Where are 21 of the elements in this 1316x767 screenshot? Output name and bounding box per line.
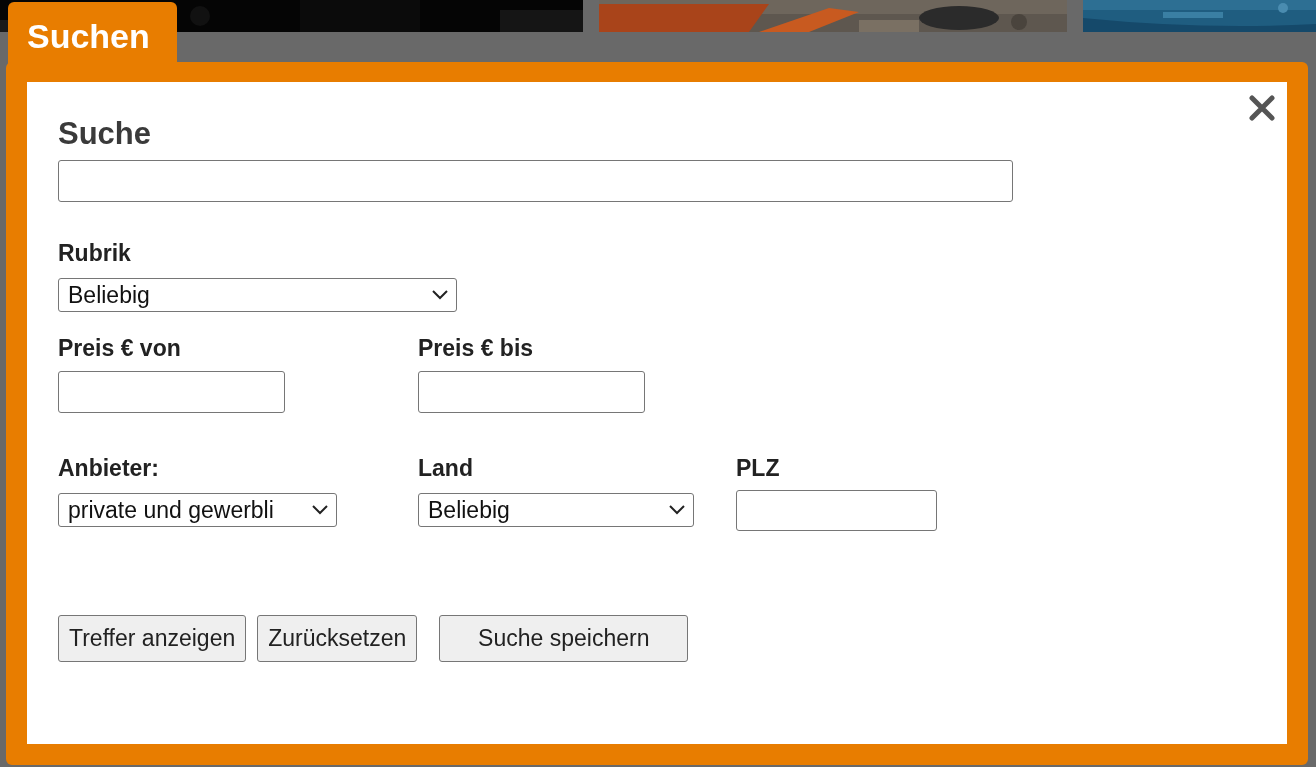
close-icon[interactable] (1249, 95, 1275, 121)
field-heading: Suche (58, 116, 153, 152)
field-label: PLZ (736, 455, 781, 482)
input-field[interactable] (736, 490, 937, 531)
dropdown[interactable]: Beliebig (58, 278, 457, 312)
reset-button[interactable]: Zurücksetzen (257, 615, 418, 662)
input-field[interactable] (418, 371, 645, 413)
search-button[interactable]: Treffer anzeigen (58, 615, 247, 662)
chevron-icon (669, 505, 685, 515)
input-field[interactable] (58, 371, 285, 413)
input-field[interactable] (58, 160, 1013, 202)
field-label: Preis € bis (418, 335, 535, 362)
dropdown[interactable]: private und gewerbli (58, 493, 337, 527)
field-label: Rubrik (58, 240, 132, 267)
save-button[interactable]: Suche speichern (439, 615, 689, 662)
dropdown[interactable]: Beliebig (418, 493, 694, 527)
field-label: Preis € von (58, 335, 182, 362)
chevron-icon (432, 290, 448, 300)
field-label: Land (418, 455, 474, 482)
chevron-icon (312, 505, 328, 515)
field-label: Anbieter: (58, 455, 160, 482)
